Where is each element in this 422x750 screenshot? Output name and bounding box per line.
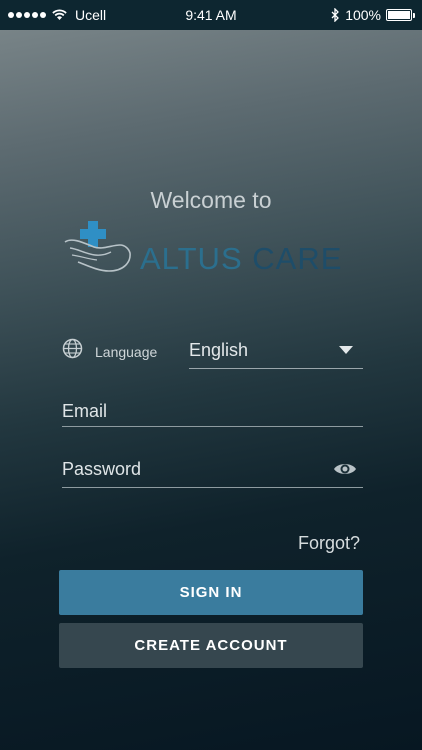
bluetooth-icon [331,8,340,22]
globe-icon [62,338,83,359]
logo-word-care: CARE [252,241,343,276]
language-label: Language [95,344,158,360]
status-bar: Ucell 9:41 AM 100% [0,0,422,30]
logo-wordmark: ALTUS CARE [140,241,342,277]
dropdown-caret-icon [339,346,353,354]
eye-icon[interactable] [333,461,357,477]
battery-icon [386,9,415,21]
language-select[interactable]: English [189,335,363,369]
language-value: English [189,340,249,360]
email-input[interactable] [62,396,322,426]
status-right: 100% [331,7,415,23]
forgot-password-link[interactable]: Forgot? [298,533,360,554]
password-field [62,454,363,488]
logo-hand-cross-icon [64,221,131,272]
password-input[interactable] [62,454,322,484]
logo-word-altus: ALTUS [140,241,243,276]
altus-care-logo: ALTUS CARE [62,215,362,279]
battery-percent: 100% [345,7,381,23]
email-field [62,396,363,427]
welcome-heading: Welcome to [150,187,272,213]
sign-in-button[interactable]: SIGN IN [59,570,363,615]
create-account-button[interactable]: CREATE ACCOUNT [59,623,363,668]
